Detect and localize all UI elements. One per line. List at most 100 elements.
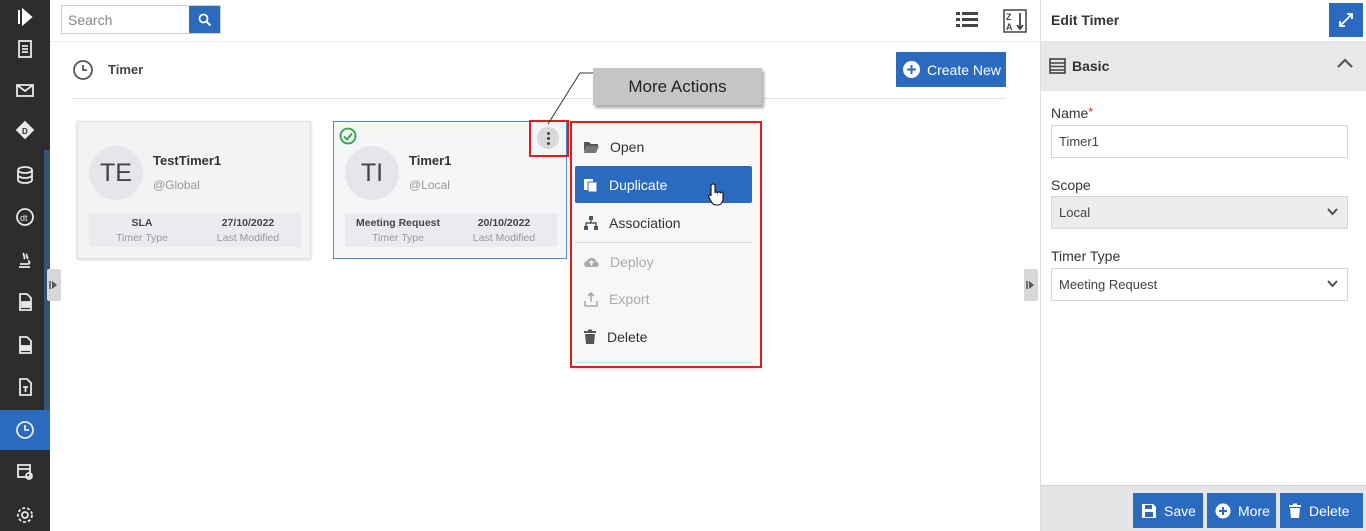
svg-text:dt: dt: [20, 213, 28, 223]
last-modified-value: 20/10/2022: [477, 217, 531, 229]
form-section-icon: [1049, 58, 1066, 74]
sidebar-item-typescript[interactable]: [0, 282, 50, 322]
java-icon: [19, 252, 31, 268]
sidebar-logo[interactable]: [0, 0, 50, 34]
timer-type-label: Timer Type: [372, 232, 424, 244]
database-icon: [17, 166, 33, 184]
card-title: TestTimer1: [153, 153, 222, 168]
more-button[interactable]: More: [1207, 493, 1276, 528]
plus-circle-icon: [1215, 503, 1231, 518]
name-field[interactable]: Timer1: [1051, 125, 1348, 158]
sidebar-item-timer[interactable]: [0, 410, 50, 450]
timer-type-select[interactable]: Meeting Request: [1051, 268, 1348, 301]
sidebar-item-datatable[interactable]: dt: [0, 197, 50, 237]
timer-type-label: Timer Type: [1051, 248, 1121, 264]
card-meta: Meeting Request Timer Type 20/10/2022 La…: [345, 213, 557, 247]
expand-right-icon: [1026, 281, 1034, 289]
svg-text:Z: Z: [1006, 12, 1012, 22]
check-circle-icon: [339, 127, 357, 148]
save-icon: [1142, 503, 1156, 518]
callout-leader-line: [547, 72, 593, 125]
timer-type-value: SLA: [131, 217, 153, 229]
chevron-up-icon: [1337, 58, 1353, 68]
timer-header-icon: [72, 59, 94, 84]
toolbar-divider: [50, 41, 1040, 42]
calendar-gear-icon: [17, 464, 33, 480]
section-basic-header[interactable]: Basic: [1041, 41, 1366, 91]
timer-type-label: Timer Type: [116, 232, 168, 244]
highlight-box-menu: [570, 121, 762, 368]
sidebar-item-scheduler[interactable]: [0, 452, 50, 492]
last-modified-label: Last Modified: [216, 232, 280, 244]
clock-icon: [16, 421, 34, 439]
last-modified-label: Last Modified: [472, 232, 536, 244]
gear-icon: [17, 507, 33, 523]
app-sidebar: D dt: [0, 0, 50, 531]
panel-footer: Save More Delete: [1041, 485, 1366, 531]
chevron-down-icon: [1327, 280, 1338, 288]
clock-icon: [73, 60, 93, 80]
name-label: Name*: [1051, 105, 1093, 121]
form-icon: [18, 40, 32, 58]
delete-label: Delete: [1309, 502, 1350, 519]
search-button[interactable]: [189, 6, 220, 33]
scope-value: Local: [1059, 205, 1091, 220]
sort-alpha-icon: Z A: [1003, 9, 1027, 33]
left-panel-toggle[interactable]: [47, 269, 61, 301]
avatar: TE: [89, 146, 143, 200]
sidebar-item-css[interactable]: [0, 325, 50, 365]
last-modified-value: 27/10/2022: [221, 217, 275, 229]
scope-label: Scope: [1051, 177, 1091, 193]
trash-icon: [1289, 503, 1301, 518]
sidebar-item-java[interactable]: [0, 240, 50, 280]
header-divider: [72, 98, 1006, 99]
search-input[interactable]: [62, 6, 190, 33]
delete-button[interactable]: Delete: [1280, 493, 1363, 528]
maximize-panel-button[interactable]: [1329, 3, 1363, 37]
sidebar-item-decision[interactable]: D: [0, 110, 50, 150]
create-new-button[interactable]: Create New: [896, 52, 1006, 87]
sidebar-item-text[interactable]: [0, 367, 50, 407]
panel-title: Edit Timer: [1051, 12, 1120, 28]
ts-file-icon: [19, 293, 32, 311]
create-new-label: Create New: [927, 61, 1001, 78]
timer-card[interactable]: TE TestTimer1 @Global SLA Timer Type 27/…: [77, 121, 311, 259]
decision-icon: D: [15, 120, 35, 140]
search-icon: [198, 13, 211, 26]
expand-right-icon: [49, 281, 57, 289]
save-button[interactable]: Save: [1133, 493, 1203, 528]
svg-text:A: A: [1006, 22, 1013, 32]
list-view-button[interactable]: [955, 9, 979, 33]
scope-select[interactable]: Local: [1051, 196, 1348, 229]
card-meta: SLA Timer Type 27/10/2022 Last Modified: [89, 213, 301, 247]
sidebar-item-forms[interactable]: [0, 30, 50, 68]
required-marker: *: [1088, 105, 1094, 119]
card-scope: @Global: [153, 178, 200, 192]
chevron-down-icon: [1327, 208, 1338, 216]
search-box: [61, 5, 221, 34]
sidebar-item-database[interactable]: [0, 155, 50, 195]
timer-type-value: Meeting Request: [355, 217, 440, 229]
section-title: Basic: [1072, 58, 1110, 74]
css-file-icon: [19, 336, 32, 354]
sidebar-item-mail[interactable]: [0, 70, 50, 110]
logo-icon: [18, 7, 33, 27]
save-label: Save: [1164, 502, 1196, 519]
dt-icon: dt: [16, 208, 34, 226]
right-panel-toggle[interactable]: [1024, 269, 1038, 301]
name-label-text: Name: [1051, 105, 1089, 121]
svg-text:D: D: [22, 127, 28, 136]
name-field-value: Timer1: [1059, 134, 1099, 149]
mail-icon: [16, 84, 34, 97]
card-scope: @Local: [409, 178, 450, 192]
timer-type-value: Meeting Request: [1059, 277, 1158, 292]
sidebar-item-settings[interactable]: [0, 495, 50, 531]
text-file-icon: [19, 378, 32, 396]
plus-circle-icon: [903, 61, 920, 78]
expand-icon: [1339, 13, 1353, 27]
list-icon: [956, 12, 978, 27]
avatar: TI: [345, 146, 399, 200]
page-title: Timer: [108, 62, 144, 77]
card-title: Timer1: [409, 153, 452, 168]
sort-button[interactable]: Z A: [1003, 9, 1027, 33]
